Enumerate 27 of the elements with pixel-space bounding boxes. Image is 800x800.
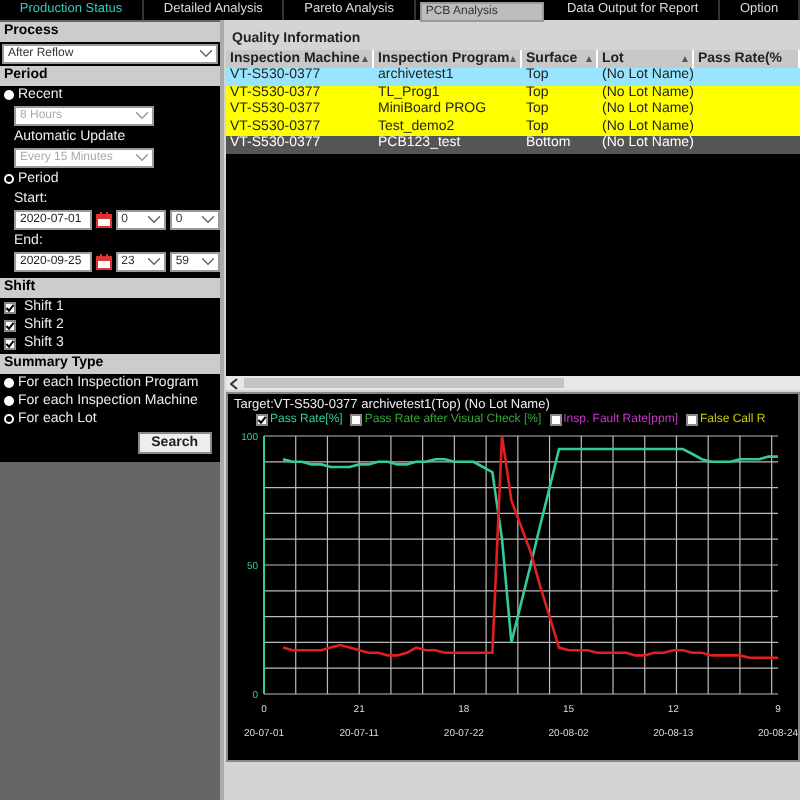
checkbox[interactable] <box>686 414 698 426</box>
caret-icon <box>147 258 160 266</box>
radio-button[interactable] <box>4 90 14 100</box>
caret-icon <box>202 216 214 224</box>
radio-button[interactable] <box>4 378 14 388</box>
caret-icon <box>200 50 212 58</box>
scrollbar-thumb[interactable] <box>244 378 564 388</box>
caret-icon <box>136 154 148 162</box>
sort-icon <box>362 56 368 62</box>
sort-icon <box>682 56 688 62</box>
caret-icon <box>147 216 160 224</box>
caret-icon <box>136 112 148 120</box>
checkbox[interactable] <box>4 301 16 313</box>
horizontal-scrollbar[interactable] <box>226 376 800 390</box>
checkbox[interactable] <box>4 319 16 331</box>
checkbox[interactable] <box>4 337 16 349</box>
radio-button[interactable] <box>4 174 14 184</box>
radio-button[interactable] <box>4 396 14 406</box>
radio-button[interactable] <box>4 414 14 424</box>
checkbox[interactable] <box>350 414 363 426</box>
sort-icon <box>510 56 516 62</box>
sort-icon <box>586 56 592 62</box>
calendar-icon[interactable] <box>95 212 112 228</box>
checkbox[interactable] <box>549 414 562 426</box>
checkbox[interactable] <box>256 414 268 426</box>
calendar-icon[interactable] <box>95 254 112 270</box>
caret-icon <box>202 258 214 266</box>
